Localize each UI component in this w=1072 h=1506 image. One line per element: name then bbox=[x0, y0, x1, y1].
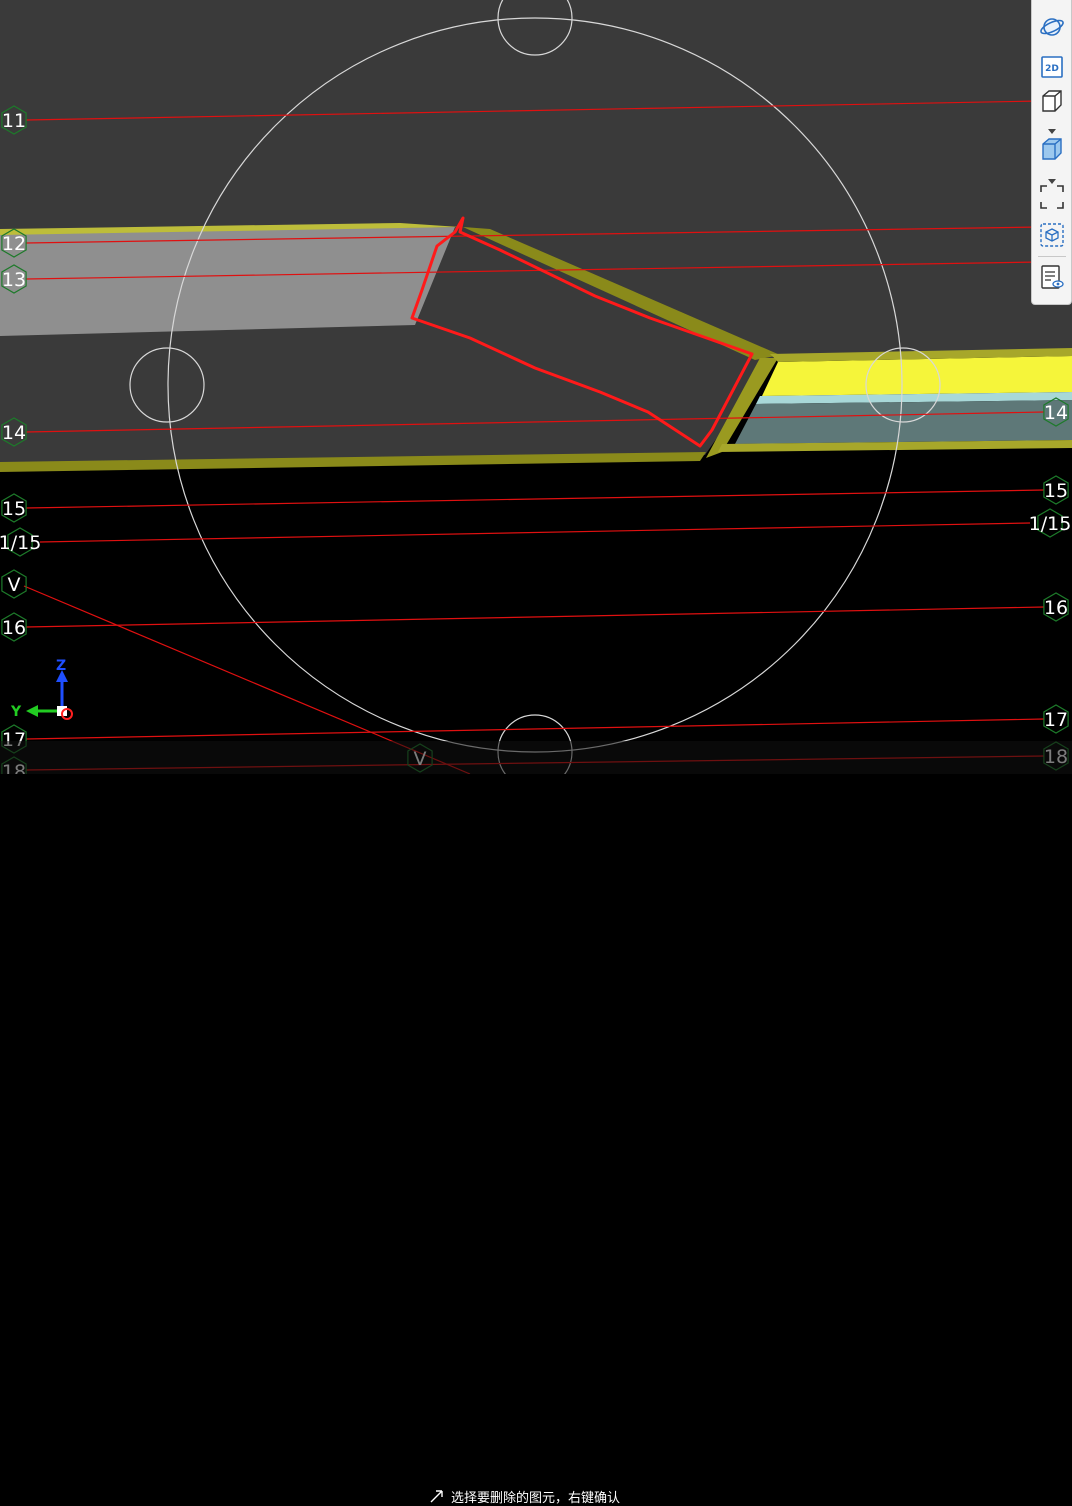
3d-viewport[interactable]: 11121314151/15V16171814151/15161718V Z Y bbox=[0, 0, 1072, 774]
toolbar-separator bbox=[1038, 256, 1066, 257]
axis-bubble-right-1[interactable]: 15 bbox=[1043, 475, 1069, 505]
axis-bubble-label: 16 bbox=[2, 617, 26, 639]
view-properties-button[interactable] bbox=[1037, 262, 1067, 292]
axis-bubble-label: 1/15 bbox=[0, 532, 41, 554]
axis-bubble-left-0[interactable]: 11 bbox=[1, 105, 27, 135]
axis-bubble-left-2[interactable]: 13 bbox=[1, 264, 27, 294]
orbit-button[interactable] bbox=[1037, 12, 1067, 42]
axis-bubble-left-1[interactable]: 12 bbox=[1, 228, 27, 258]
axis-bubble-label: 16 bbox=[1044, 597, 1068, 619]
axis-bubble-label: 15 bbox=[2, 498, 26, 520]
fullscreen-frame-icon bbox=[1040, 185, 1064, 209]
orbit-icon bbox=[1040, 18, 1064, 36]
axis-bubble-label: 1/15 bbox=[1029, 513, 1072, 535]
axis-bubble-label: 15 bbox=[1044, 480, 1068, 502]
2d-view-icon: 2D bbox=[1041, 56, 1063, 78]
y-axis-label: Y bbox=[10, 704, 22, 720]
3d-view-button[interactable] bbox=[1037, 86, 1067, 116]
select-cursor-icon bbox=[430, 1490, 443, 1503]
axis-bubble-left-3[interactable]: 14 bbox=[1, 417, 27, 447]
status-bar: 选择要删除的图元，右键确认 bbox=[0, 740, 1072, 1506]
axis-bubble-right-0[interactable]: 14 bbox=[1043, 397, 1069, 427]
view-toolbar: 2D bbox=[1031, 0, 1072, 305]
axis-bubble-left-7[interactable]: 16 bbox=[1, 612, 27, 642]
fit-view-button[interactable] bbox=[1037, 182, 1067, 212]
axis-bubble-label: 13 bbox=[2, 269, 26, 291]
cube-shaded-icon bbox=[1042, 138, 1062, 160]
axis-bubble-label: 12 bbox=[2, 233, 26, 255]
axis-bubble-right-2[interactable]: 1/15 bbox=[1029, 508, 1072, 538]
svg-text:2D: 2D bbox=[1045, 64, 1059, 74]
right-yellow-beam bbox=[762, 356, 1072, 396]
axis-bubble-label: 17 bbox=[1044, 709, 1068, 731]
axis-bubble-right-3[interactable]: 16 bbox=[1043, 592, 1069, 622]
2d-view-button[interactable]: 2D bbox=[1037, 52, 1067, 82]
axis-bubble-left-4[interactable]: 15 bbox=[1, 493, 27, 523]
axis-bubble-label: 11 bbox=[2, 110, 26, 132]
axis-bubble-left-5[interactable]: 1/15 bbox=[0, 527, 41, 557]
axis-bubble-label: 14 bbox=[1044, 402, 1068, 424]
axis-bubble-right-4[interactable]: 17 bbox=[1043, 704, 1069, 734]
cube-wireframe-icon bbox=[1042, 90, 1062, 112]
status-prompt: 选择要删除的图元，右键确认 bbox=[451, 1491, 621, 1506]
section-box-button[interactable] bbox=[1037, 220, 1067, 250]
axis-bubble-label: V bbox=[8, 574, 21, 596]
axis-bubble-label: 14 bbox=[2, 422, 26, 444]
shaded-view-button[interactable] bbox=[1037, 134, 1067, 164]
z-axis-label: Z bbox=[56, 658, 66, 674]
document-eye-icon bbox=[1041, 265, 1064, 289]
grey-beam bbox=[0, 227, 455, 336]
shaded-view-dropdown-arrow[interactable] bbox=[1048, 170, 1056, 184]
3d-view-dropdown-arrow[interactable] bbox=[1048, 120, 1056, 134]
section-box-icon bbox=[1040, 223, 1064, 247]
